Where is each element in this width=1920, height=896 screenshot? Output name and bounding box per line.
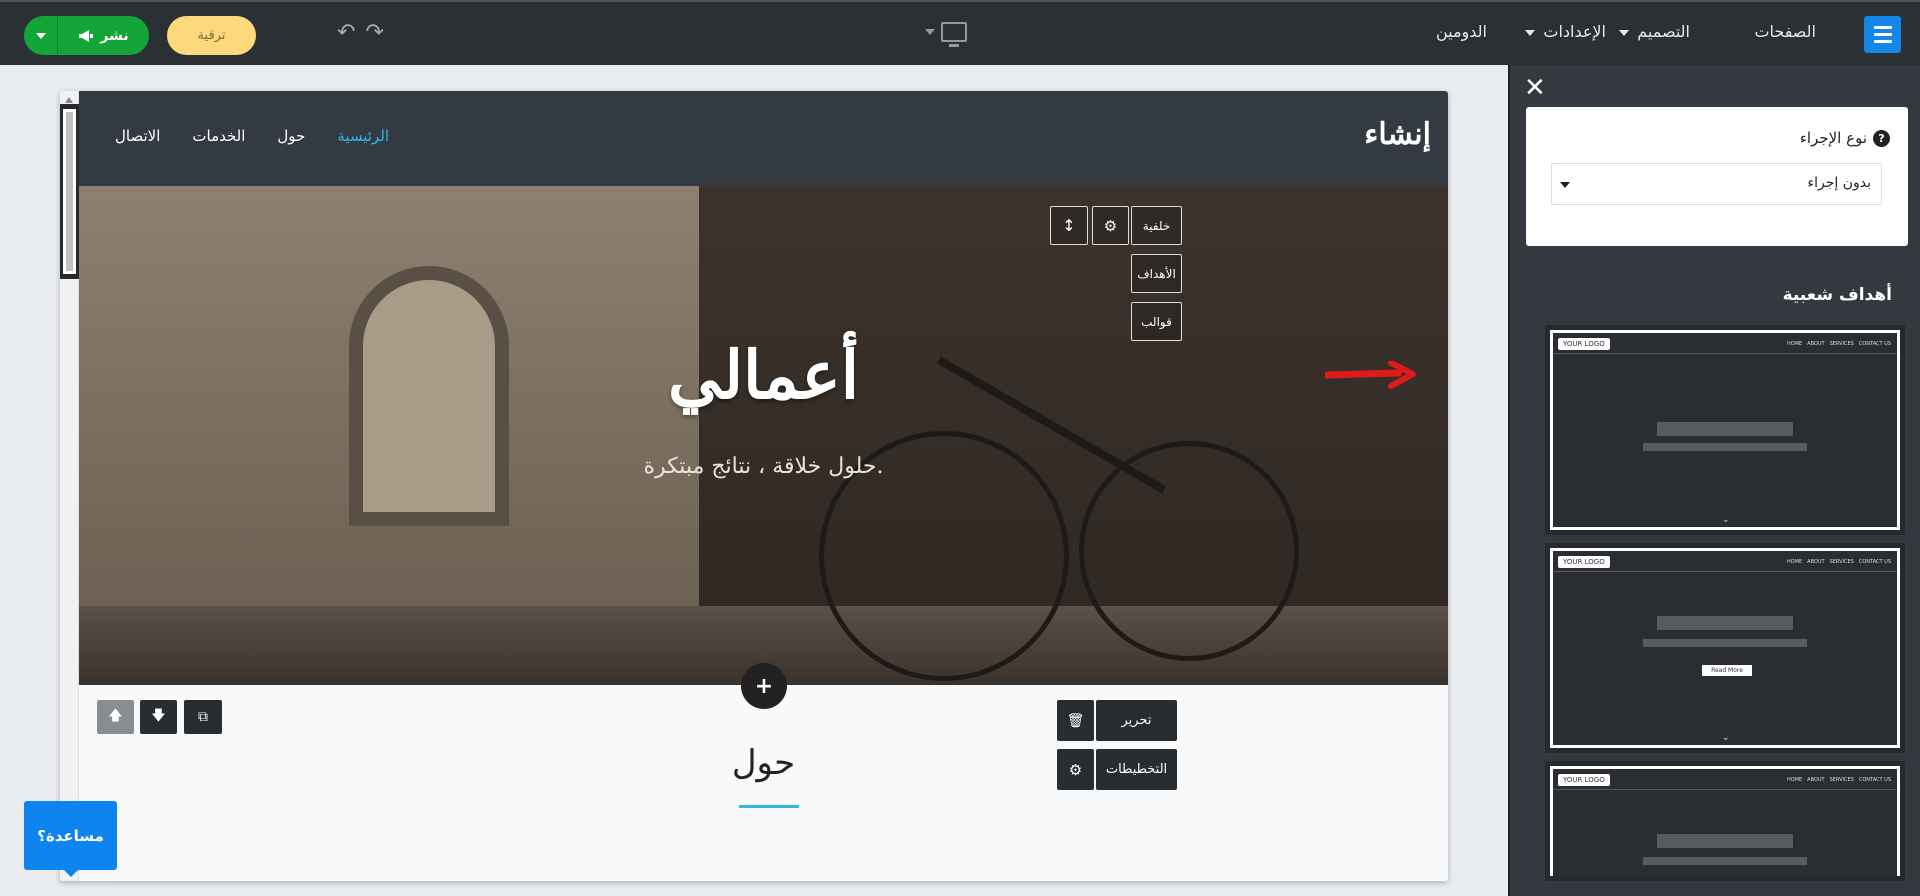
thumb-nav: CONTACT US SERVICES ABOUT HOME [1787, 777, 1891, 783]
menu-icon[interactable] [1864, 16, 1901, 53]
copy-icon[interactable]: ⧉ [184, 700, 222, 734]
hero-title[interactable]: أعمالي [79, 336, 1448, 414]
thumb-logo: YOUR LOGO [1558, 556, 1610, 568]
chevron-down-icon: ⌄ [1722, 515, 1730, 525]
thumb-title-placeholder [1657, 616, 1793, 630]
action-type-select[interactable]: بدون إجراء [1551, 163, 1882, 205]
thumb-subtitle-placeholder [1643, 639, 1807, 647]
section-templates-button[interactable]: قوالب [1131, 302, 1182, 341]
thumb-divider [1553, 789, 1897, 790]
thumb-divider [1553, 571, 1897, 572]
undo-icon[interactable]: ↶ [337, 22, 355, 44]
site-nav-home[interactable]: الرئيسية [337, 127, 389, 145]
desktop-icon [941, 22, 967, 47]
chevron-down-icon [1560, 182, 1570, 188]
thumb-nav-services: SERVICES [1829, 341, 1854, 347]
nav-settings[interactable]: الإعدادات [1525, 22, 1606, 41]
trash-icon[interactable]: 🗑 [1057, 700, 1094, 741]
site-nav-services[interactable]: الخدمات [192, 127, 245, 145]
nav-domain[interactable]: الدومين [1436, 22, 1487, 41]
thumb-nav-about: ABOUT [1807, 559, 1825, 565]
site-nav-contact[interactable]: الاتصال [115, 127, 160, 145]
thumb-nav-contact: CONTACT US [1858, 777, 1891, 783]
action-type-label: نوع الإجراء [1799, 129, 1867, 147]
close-icon[interactable]: ✕ [1524, 75, 1546, 101]
thumb-subtitle-placeholder [1643, 443, 1807, 451]
thumb-read-more-button: Read More [1702, 665, 1752, 676]
top-bar: الصفحات التصميم الإعدادات الدومين ↶ ↷ تر… [0, 0, 1920, 65]
upgrade-button[interactable]: ترقية [167, 16, 256, 55]
site-header[interactable]: إنشاء الرئيسية حول الخدمات الاتصال [79, 91, 1448, 186]
chevron-down-icon [1619, 29, 1630, 36]
edit-button[interactable]: تحرير [1096, 700, 1177, 741]
site-logo[interactable]: إنشاء [1364, 117, 1431, 152]
publish-options-toggle[interactable] [24, 16, 58, 55]
about-underline [739, 805, 799, 808]
thumb-nav-contact: CONTACT US [1858, 341, 1891, 347]
scroll-up-arrow-icon[interactable] [65, 97, 73, 103]
site-preview: إنشاء الرئيسية حول الخدمات الاتصال أعمال… [60, 91, 1448, 881]
gear-icon[interactable]: ⚙ [1092, 206, 1129, 245]
add-section-button[interactable]: + [741, 663, 787, 709]
preview-scrollbar[interactable] [60, 91, 81, 881]
scroll-thumb[interactable] [60, 104, 81, 279]
site-nav-about[interactable]: حول [277, 127, 305, 145]
nav-pages[interactable]: الصفحات [1754, 22, 1816, 41]
chevron-down-icon [35, 32, 46, 39]
megaphone-icon [79, 29, 94, 42]
thumb-nav-about: ABOUT [1807, 777, 1825, 783]
thumb-logo: YOUR LOGO [1558, 338, 1610, 350]
thumb-nav: CONTACT US SERVICES ABOUT HOME [1787, 341, 1891, 347]
popular-targets-title: أهداف شعبية [1782, 285, 1892, 305]
publish-main[interactable]: نشر [58, 28, 149, 44]
section-targets-button[interactable]: الأهداف [1131, 254, 1182, 293]
about-title[interactable]: حول [79, 743, 1448, 783]
action-type-card: نوع الإجراء ? بدون إجراء [1526, 107, 1908, 246]
help-button[interactable]: مساعدة؟ [24, 801, 117, 877]
thumb-title-placeholder [1657, 834, 1793, 848]
thumb-nav-about: ABOUT [1807, 341, 1825, 347]
chevron-down-icon: ⌄ [1722, 733, 1730, 743]
help-circle-icon[interactable]: ? [1873, 129, 1890, 147]
about-section[interactable]: تحرير 🗑 التخطيطات ⚙ 🡅 🡇 ⧉ حول [79, 685, 1448, 881]
site-nav: الرئيسية حول الخدمات الاتصال [115, 127, 389, 145]
chevron-down-icon [1525, 29, 1536, 36]
thumb-nav-home: HOME [1787, 341, 1803, 347]
thumb-nav: CONTACT US SERVICES ABOUT HOME [1787, 559, 1891, 565]
hero-subtitle[interactable]: حلول خلاقة ، نتائج مبتكرة. [79, 454, 1448, 479]
properties-panel: ✕ نوع الإجراء ? بدون إجراء أهداف شعبية Y… [1508, 65, 1920, 896]
chevron-down-icon [925, 29, 935, 35]
publish-label: نشر [100, 27, 129, 44]
template-thumbnail-3[interactable]: YOUR LOGO CONTACT US SERVICES ABOUT HOME [1545, 761, 1905, 881]
template-thumbnail-2[interactable]: YOUR LOGO CONTACT US SERVICES ABOUT HOME… [1545, 543, 1905, 753]
thumb-nav-contact: CONTACT US [1858, 559, 1891, 565]
redo-icon[interactable]: ↷ [365, 22, 383, 44]
red-arrow-annotation [1325, 361, 1416, 389]
action-type-field-label: نوع الإجراء ? [1800, 129, 1890, 147]
thumb-divider [1553, 353, 1897, 354]
thumb-nav-services: SERVICES [1829, 777, 1854, 783]
thumb-nav-services: SERVICES [1829, 559, 1854, 565]
action-type-value: بدون إجراء [1807, 175, 1871, 191]
thumb-logo: YOUR LOGO [1558, 774, 1610, 786]
device-switcher[interactable] [925, 22, 967, 47]
move-down-icon[interactable]: 🡇 [140, 700, 177, 734]
move-up-icon[interactable]: 🡅 [97, 700, 134, 734]
nav-settings-label: الإعدادات [1543, 22, 1606, 41]
section-background-button[interactable]: خلفية [1131, 206, 1182, 245]
hero-section[interactable]: أعمالي حلول خلاقة ، نتائج مبتكرة. خلفية … [79, 186, 1448, 685]
thumb-nav-home: HOME [1787, 559, 1803, 565]
thumb-nav-home: HOME [1787, 777, 1803, 783]
thumb-subtitle-placeholder [1643, 857, 1807, 865]
resize-vertical-icon[interactable]: ↕ [1050, 206, 1088, 245]
nav-design-label: التصميم [1637, 22, 1690, 41]
editor-canvas: إنشاء الرئيسية حول الخدمات الاتصال أعمال… [0, 65, 1508, 896]
template-thumbnail-1[interactable]: YOUR LOGO CONTACT US SERVICES ABOUT HOME… [1545, 325, 1905, 535]
thumb-title-placeholder [1657, 422, 1793, 436]
publish-button[interactable]: نشر [24, 16, 149, 55]
history-controls: ↶ ↷ [337, 22, 384, 44]
nav-design[interactable]: التصميم [1619, 22, 1690, 41]
